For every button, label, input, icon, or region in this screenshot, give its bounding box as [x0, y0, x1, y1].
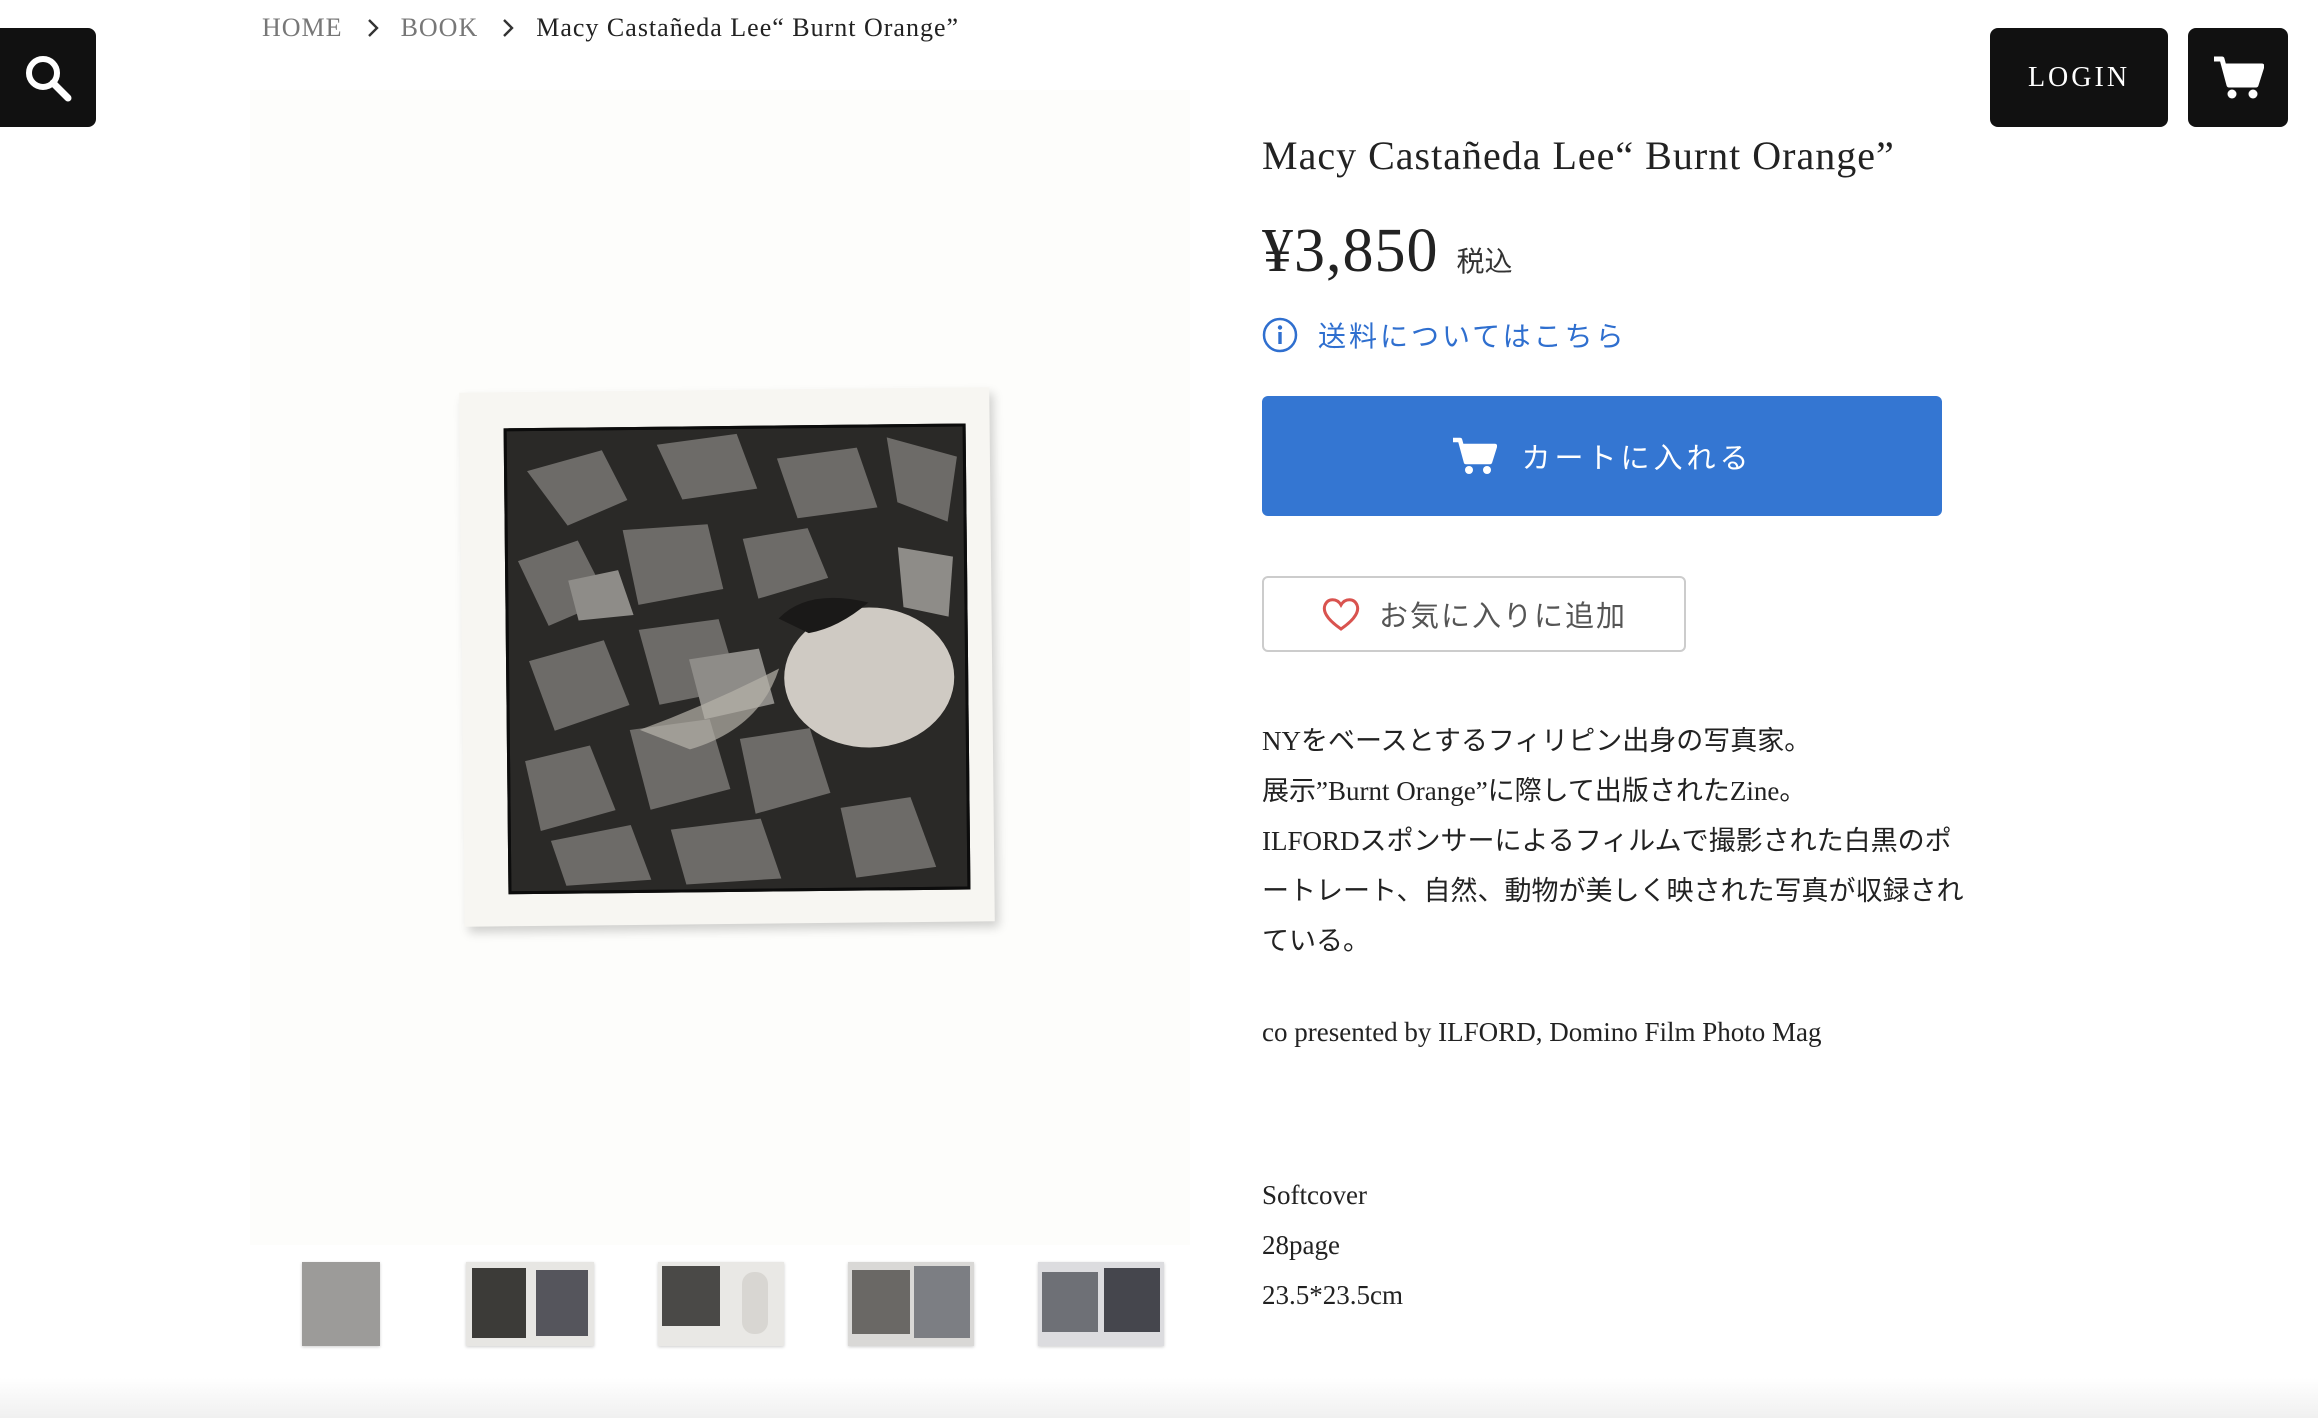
description-line: ILFORDスポンサーによるフィルムで撮影された白黒のポ: [1262, 826, 1952, 856]
photo-print: [459, 387, 995, 927]
spec-binding: Softcover: [1262, 1180, 1367, 1210]
product-main-image[interactable]: [250, 90, 1190, 1245]
bw-photo: [503, 423, 971, 895]
breadcrumb-home[interactable]: HOME: [262, 13, 343, 43]
description-line: ートレート、自然、動物が美しく映された写真が収録され: [1262, 876, 1964, 906]
breadcrumb: HOME BOOK Macy Castañeda Lee“ Burnt Oran…: [262, 10, 959, 46]
product-specs: Softcover 28page 23.5*23.5cm: [1262, 1170, 1403, 1320]
description-line: NYをベースとするフィリピン出身の写真家。: [1262, 726, 1812, 756]
thumbnail-2[interactable]: [466, 1262, 594, 1346]
cart-icon: [1451, 436, 1498, 476]
chevron-right-icon: [502, 18, 514, 38]
price-row: ¥3,850 税込: [1262, 216, 1513, 287]
product-description: NYをベースとするフィリピン出身の写真家。 展示”Burnt Orange”に際…: [1262, 716, 2022, 966]
add-to-cart-label: カートに入れる: [1521, 441, 1753, 475]
credit-line: co presented by ILFORD, Domino Film Phot…: [1262, 1017, 1822, 1047]
thumbnail-strip: [250, 1262, 1190, 1382]
breadcrumb-book[interactable]: BOOK: [401, 13, 479, 43]
product-title: Macy Castañeda Lee“ Burnt Orange”: [1262, 133, 1895, 178]
tax-label: 税込: [1456, 247, 1513, 278]
spec-pages: 28page: [1262, 1230, 1340, 1260]
search-icon: [26, 55, 72, 101]
cart-icon: [2214, 56, 2264, 98]
add-to-favorites-button[interactable]: お気に入りに追加: [1262, 576, 1686, 652]
info-icon: [1262, 317, 1298, 353]
search-button[interactable]: [0, 28, 96, 127]
spec-size: 23.5*23.5cm: [1262, 1280, 1403, 1310]
description-line: 展示”Burnt Orange”に際して出版されたZine。: [1262, 776, 1807, 806]
shipping-info-link[interactable]: 送料についてはこちら: [1262, 315, 1627, 355]
thumbnail-3[interactable]: [658, 1262, 784, 1346]
chevron-right-icon: [367, 18, 379, 38]
cart-button[interactable]: [2188, 28, 2288, 127]
shipping-link-label: 送料についてはこちら: [1318, 320, 1627, 353]
thumbnail-5[interactable]: [1038, 1262, 1164, 1346]
bottom-edge: [0, 1378, 2318, 1418]
price: ¥3,850: [1262, 217, 1439, 285]
description-line: ている。: [1262, 926, 1370, 956]
add-to-cart-button[interactable]: カートに入れる: [1262, 396, 1942, 516]
login-button[interactable]: LOGIN: [1990, 28, 2168, 127]
thumbnail-1[interactable]: [302, 1262, 380, 1346]
breadcrumb-current: Macy Castañeda Lee“ Burnt Orange”: [536, 13, 960, 42]
heart-icon: [1321, 596, 1361, 632]
favorite-label: お気に入りに追加: [1378, 599, 1627, 633]
thumbnail-4[interactable]: [848, 1262, 974, 1346]
